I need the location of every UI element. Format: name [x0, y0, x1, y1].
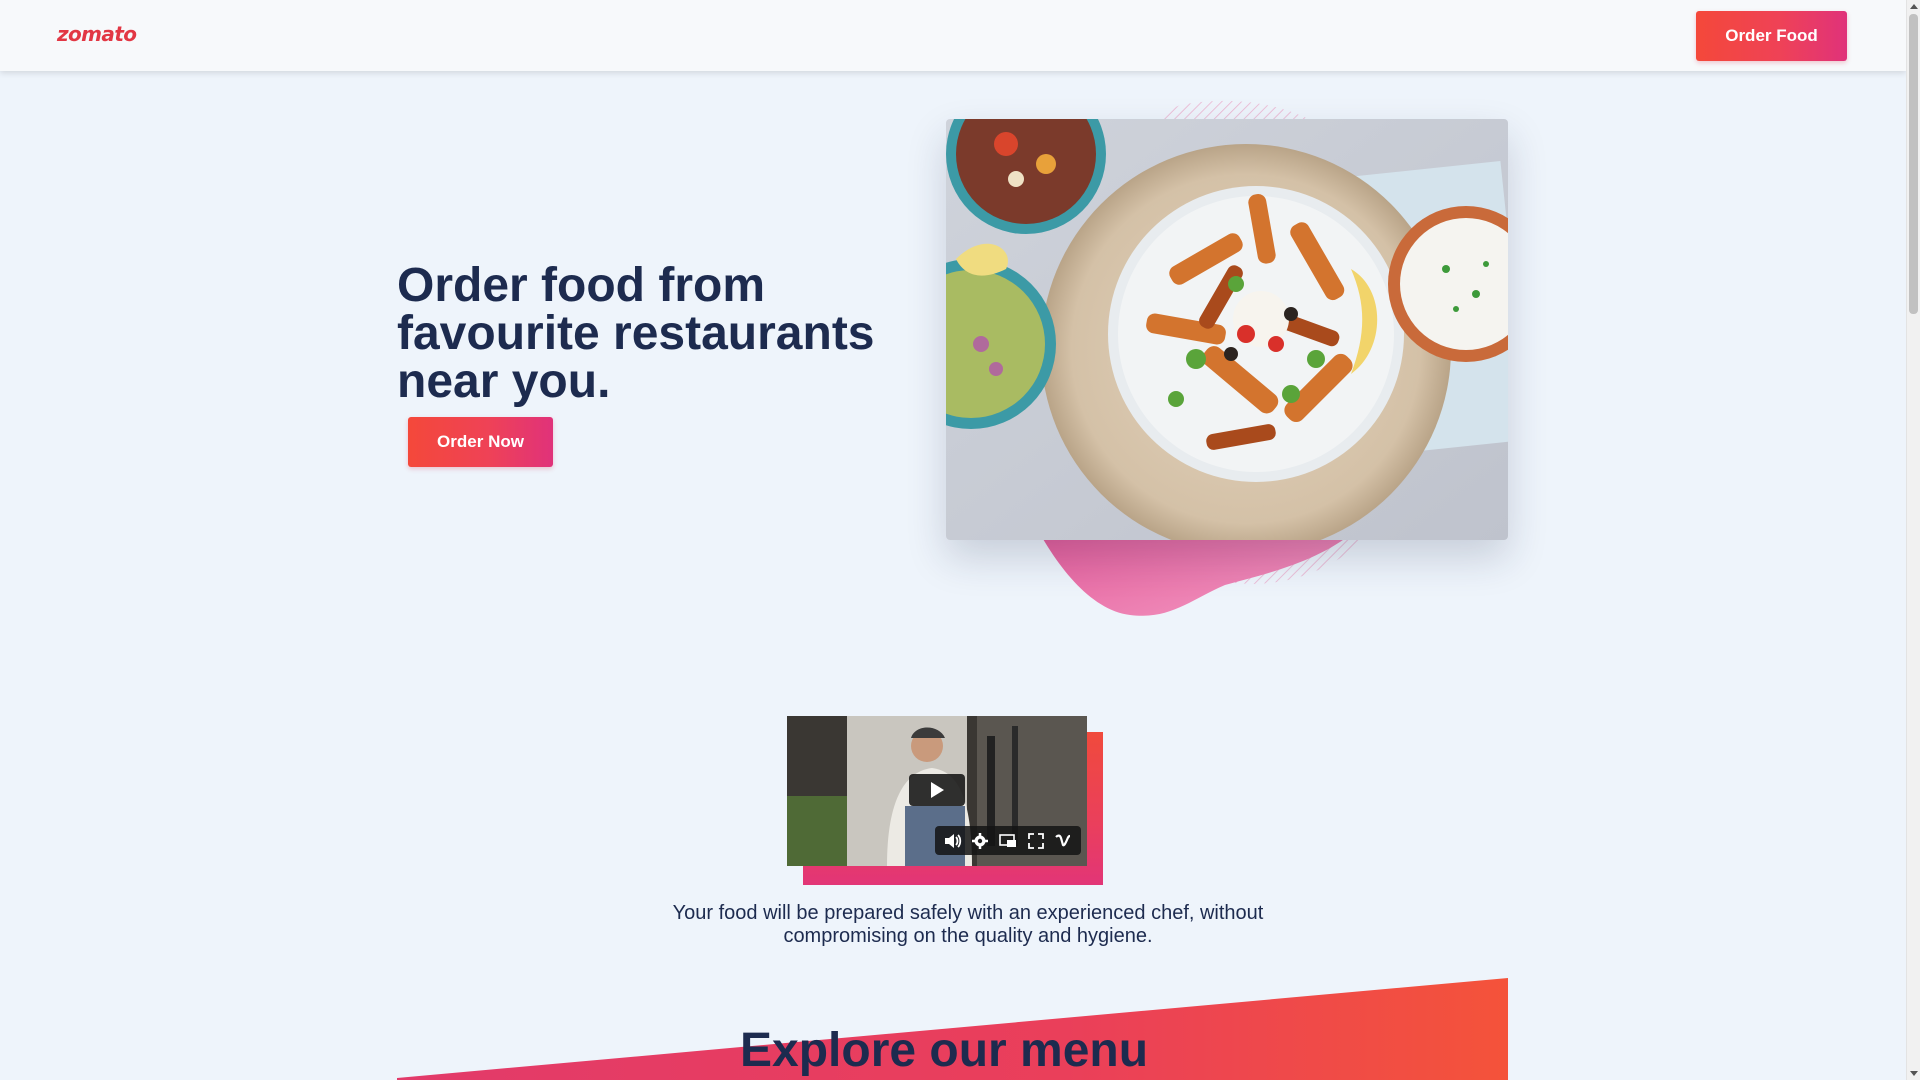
hero-food-image	[946, 119, 1508, 540]
video-controls-bar	[935, 826, 1081, 855]
picture-in-picture-icon[interactable]	[998, 831, 1018, 851]
order-now-button[interactable]: Order Now	[408, 417, 553, 467]
chef-video[interactable]	[787, 716, 1087, 866]
volume-icon[interactable]	[943, 831, 963, 851]
fullscreen-icon[interactable]	[1026, 831, 1046, 851]
scroll-down-icon[interactable]	[1910, 1071, 1918, 1076]
vimeo-icon[interactable]	[1053, 831, 1073, 851]
scroll-up-icon[interactable]	[1910, 4, 1918, 9]
video-caption: Your food will be prepared safely with a…	[672, 902, 1264, 947]
settings-icon[interactable]	[970, 831, 990, 851]
zomato-logo[interactable]: zomato	[57, 22, 137, 46]
top-navbar: zomato Order Food	[0, 0, 1906, 71]
page-scrollbar[interactable]	[1906, 0, 1920, 1080]
order-food-button[interactable]: Order Food	[1696, 11, 1847, 61]
hero-title: Order food from favourite restaurants ne…	[397, 259, 875, 408]
play-button[interactable]	[909, 774, 965, 806]
menu-section-title: Explore our menu	[740, 1024, 1149, 1077]
play-icon	[931, 782, 944, 798]
scroll-thumb[interactable]	[1909, 14, 1918, 314]
